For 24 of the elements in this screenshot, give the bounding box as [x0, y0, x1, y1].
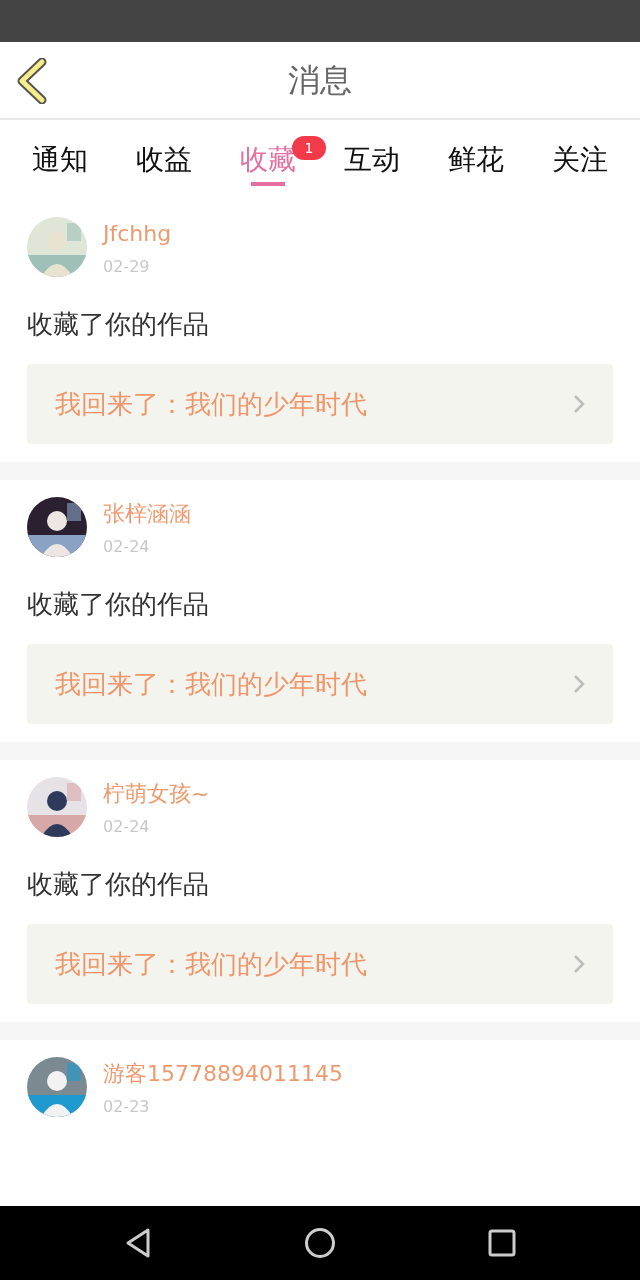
back-icon[interactable]: [124, 1227, 152, 1259]
user-name[interactable]: Jfchhg: [103, 221, 172, 247]
work-link[interactable]: 我回来了：我们的少年时代: [27, 644, 613, 724]
recents-icon[interactable]: [488, 1229, 516, 1257]
message-text: 收藏了你的作品: [27, 588, 210, 621]
page-title: 消息: [288, 60, 352, 101]
tab[interactable]: 通知: [32, 120, 88, 200]
back-icon[interactable]: [16, 58, 48, 104]
tab[interactable]: 收益: [136, 120, 192, 200]
work-link[interactable]: 我回来了：我们的少年时代: [27, 364, 613, 444]
count-badge: 1: [292, 136, 326, 160]
message-text: 收藏了你的作品: [27, 868, 210, 901]
chevron-right-icon: [573, 674, 585, 694]
message-text: 收藏了你的作品: [27, 308, 210, 341]
user-name[interactable]: 游客15778894011145: [103, 1061, 343, 1087]
user-name[interactable]: 张梓涵涵: [103, 501, 191, 527]
chevron-right-icon: [573, 954, 585, 974]
work-link[interactable]: 我回来了：我们的少年时代: [27, 924, 613, 1004]
user-name[interactable]: 柠萌女孩~: [103, 781, 210, 807]
tab[interactable]: 互动: [344, 120, 400, 200]
chevron-right-icon: [573, 394, 585, 414]
tab[interactable]: 关注: [552, 120, 608, 200]
home-icon[interactable]: [304, 1227, 336, 1259]
tab[interactable]: 鲜花: [448, 120, 504, 200]
